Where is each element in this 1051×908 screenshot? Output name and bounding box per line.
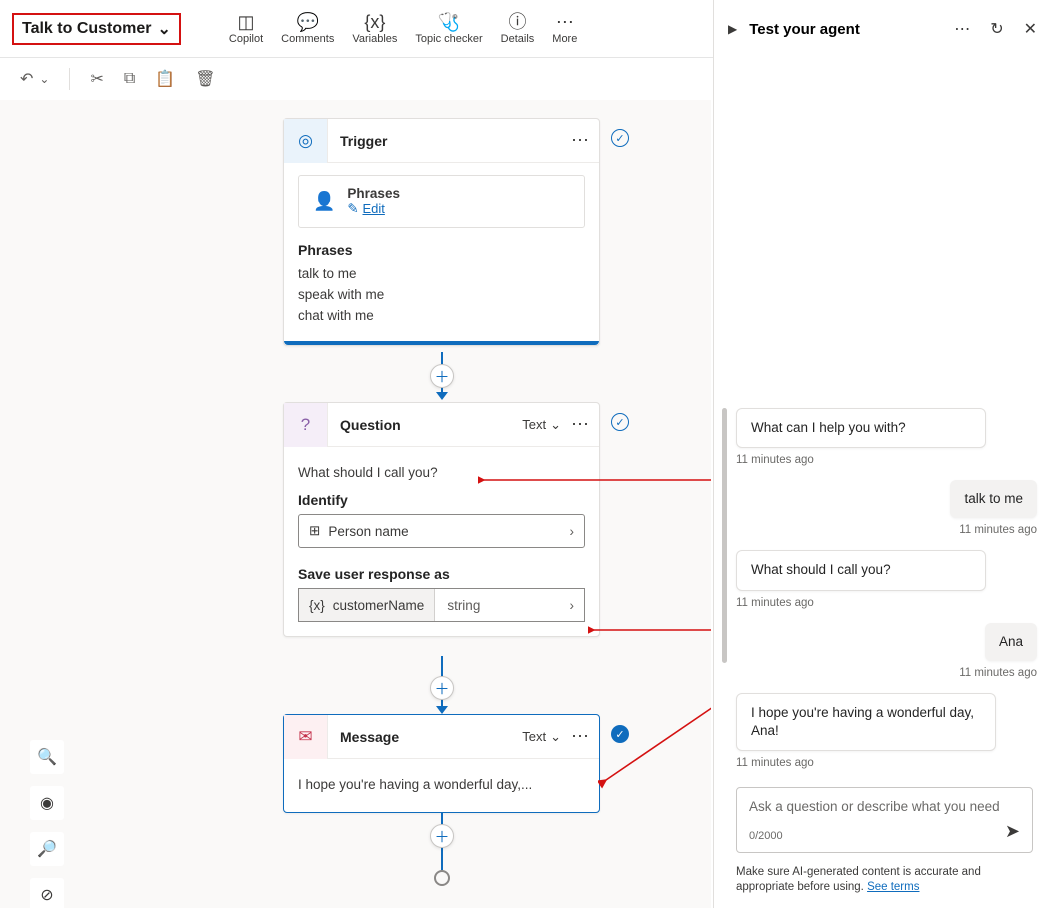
message-body: I hope you're having a wonderful day,... bbox=[298, 771, 585, 798]
delete-button[interactable]: 🗑 bbox=[195, 69, 215, 89]
bot-message: I hope you're having a wonderful day, An… bbox=[736, 693, 996, 751]
node-title: Trigger bbox=[328, 133, 571, 149]
chevron-down-icon: ⌄ bbox=[158, 19, 171, 39]
refresh-button[interactable]: ↻ bbox=[990, 19, 1003, 39]
toolbar: ◫Copilot 💬Comments {x}Variables 🩺Topic c… bbox=[229, 13, 577, 45]
zoom-in-button[interactable]: 🔍 bbox=[30, 740, 64, 774]
send-button[interactable]: ➤ bbox=[1005, 821, 1020, 842]
timestamp: 11 minutes ago bbox=[736, 597, 1051, 609]
chevron-right-icon: › bbox=[560, 598, 585, 613]
format-dropdown[interactable]: Text⌄ bbox=[522, 417, 561, 433]
test-panel: ▶ Test your agent ⋯ ↻ ✕ What can I help … bbox=[713, 0, 1051, 908]
undo-button[interactable]: ↶ bbox=[20, 69, 33, 89]
phrases-card[interactable]: 👤 Phrases ✎ Edit bbox=[298, 175, 585, 228]
divider bbox=[69, 68, 70, 90]
scrollbar[interactable] bbox=[722, 408, 727, 663]
variables-button[interactable]: {x}Variables bbox=[352, 13, 397, 45]
zoom-out-button[interactable]: 🔎 bbox=[30, 832, 64, 866]
copilot-button[interactable]: ◫Copilot bbox=[229, 13, 263, 45]
panel-more-button[interactable]: ⋯ bbox=[954, 19, 970, 39]
variable-icon: {x} bbox=[309, 598, 325, 613]
paste-button[interactable]: 📋 bbox=[155, 69, 175, 89]
comments-icon: 💬 bbox=[297, 13, 319, 31]
copy-button[interactable]: ⧉ bbox=[124, 70, 135, 88]
chevron-down-icon: ⌄ bbox=[550, 729, 561, 745]
entity-icon: ⊞ bbox=[309, 523, 320, 539]
person-icon: 👤 bbox=[313, 191, 335, 212]
topic-checker-icon: 🩺 bbox=[438, 13, 460, 31]
chat-placeholder: Ask a question or describe what you need bbox=[749, 798, 1020, 816]
chevron-down-icon: ⌄ bbox=[550, 417, 561, 433]
end-node bbox=[434, 870, 450, 886]
node-menu-button[interactable]: ⋯ bbox=[571, 414, 589, 435]
edit-phrases-link[interactable]: Edit bbox=[362, 201, 384, 216]
add-node-button[interactable]: ＋ bbox=[430, 364, 454, 388]
node-menu-button[interactable]: ⋯ bbox=[571, 726, 589, 747]
pencil-icon: ✎ bbox=[347, 201, 362, 216]
topic-checker-button[interactable]: 🩺Topic checker bbox=[415, 13, 482, 45]
question-prompt: What should I call you? bbox=[298, 459, 585, 482]
bot-message: What can I help you with? bbox=[736, 408, 986, 448]
node-menu-button[interactable]: ⋯ bbox=[571, 130, 589, 151]
cut-button[interactable]: ✂ bbox=[90, 69, 103, 89]
status-check-icon: ✓ bbox=[611, 129, 629, 147]
undo-dropdown[interactable]: ⌄ bbox=[39, 72, 49, 86]
timestamp: 11 minutes ago bbox=[736, 667, 1037, 679]
question-icon: ? bbox=[284, 403, 328, 447]
close-panel-button[interactable]: ✕ bbox=[1024, 19, 1037, 39]
reset-button[interactable]: ⊘ bbox=[30, 878, 64, 908]
timestamp: 11 minutes ago bbox=[736, 454, 1051, 466]
timestamp: 11 minutes ago bbox=[736, 524, 1037, 536]
trigger-phrases-list: talk to me speak with me chat with me bbox=[298, 264, 585, 327]
user-message: Ana bbox=[985, 623, 1037, 661]
char-counter: 0/2000 bbox=[749, 830, 1020, 842]
chat-input[interactable]: Ask a question or describe what you need… bbox=[736, 787, 1033, 853]
variables-icon: {x} bbox=[364, 13, 385, 31]
trigger-icon: ◎ bbox=[284, 119, 328, 163]
copilot-icon: ◫ bbox=[238, 13, 255, 31]
panel-title: Test your agent bbox=[749, 21, 934, 38]
message-node[interactable]: ✓ ✉ Message Text⌄ ⋯ I hope you're having… bbox=[283, 714, 600, 813]
disclaimer: Make sure AI-generated content is accura… bbox=[714, 861, 1051, 908]
message-icon: ✉ bbox=[284, 715, 328, 759]
node-title: Question bbox=[328, 417, 522, 433]
add-node-button[interactable]: ＋ bbox=[430, 824, 454, 848]
user-message: talk to me bbox=[950, 480, 1037, 518]
more-button[interactable]: ⋯More bbox=[552, 13, 577, 45]
more-icon: ⋯ bbox=[556, 13, 574, 31]
add-node-button[interactable]: ＋ bbox=[430, 676, 454, 700]
status-check-icon: ✓ bbox=[611, 413, 629, 431]
variable-select[interactable]: {x}customerName string › bbox=[298, 588, 585, 622]
comments-button[interactable]: 💬Comments bbox=[281, 13, 334, 45]
identify-select[interactable]: ⊞ Person name › bbox=[298, 514, 585, 548]
collapse-panel-button[interactable]: ▶ bbox=[728, 22, 737, 36]
chevron-right-icon: › bbox=[570, 524, 575, 539]
question-node[interactable]: ✓ ? Question Text⌄ ⋯ What should I call … bbox=[283, 402, 600, 637]
details-icon: ⓘ bbox=[508, 13, 526, 31]
fit-button[interactable]: ◉ bbox=[30, 786, 64, 820]
node-title: Message bbox=[328, 729, 522, 745]
bot-message: What should I call you? bbox=[736, 550, 986, 590]
timestamp: 11 minutes ago bbox=[736, 757, 1051, 769]
format-dropdown[interactable]: Text⌄ bbox=[522, 729, 561, 745]
details-button[interactable]: ⓘDetails bbox=[501, 13, 535, 45]
see-terms-link[interactable]: See terms bbox=[867, 881, 919, 893]
status-check-icon: ✓ bbox=[611, 725, 629, 743]
topic-title: Talk to Customer bbox=[22, 20, 152, 38]
topic-title-dropdown[interactable]: Talk to Customer ⌄ bbox=[12, 13, 181, 45]
trigger-node[interactable]: ✓ ◎ Trigger ⋯ 👤 Phrases ✎ Edit Phrases t… bbox=[283, 118, 600, 346]
